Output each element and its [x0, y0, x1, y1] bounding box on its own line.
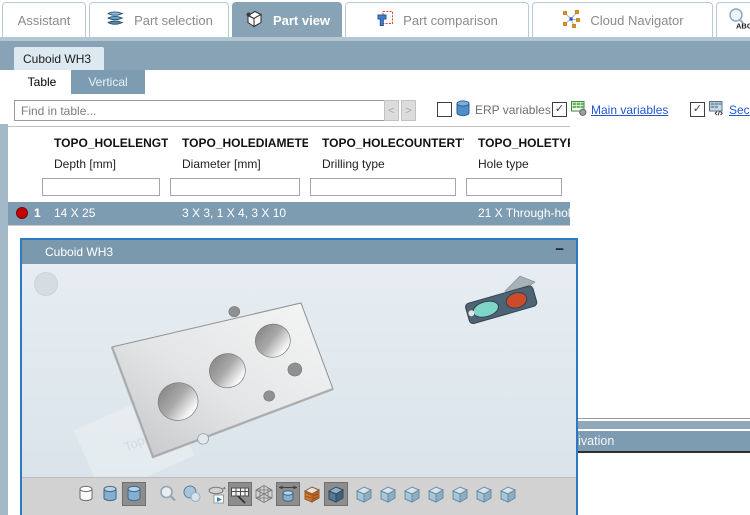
cell-drilling-type	[308, 202, 464, 225]
filter-input-depth[interactable]	[42, 178, 160, 196]
erp-variables-checkbox[interactable]	[437, 102, 452, 117]
filter-input-diameter[interactable]	[170, 178, 300, 196]
tab-cloud-navigator[interactable]: Cloud Navigator	[532, 2, 713, 37]
table-row[interactable]: 1 14 X 25 3 X 3, 1 X 4, 3 X 10 21 X Thro…	[8, 202, 570, 226]
column-desc-drilling-type: Drilling type	[322, 157, 385, 171]
find-next-button[interactable]: >	[401, 100, 416, 121]
tab-part-view[interactable]: Part view	[232, 2, 342, 37]
minimize-button[interactable]: −	[555, 241, 564, 258]
column-header-holetype[interactable]: TOPO_HOLETYPE	[464, 132, 570, 154]
parts-table: TOPO_HOLELENGTH TOPO_HOLEDIAMETER TOPO_H…	[8, 126, 570, 226]
measure-icon[interactable]	[276, 482, 300, 506]
derivation-panel-strip	[578, 421, 750, 429]
filter-input-hole-type[interactable]	[466, 178, 562, 196]
tab-assistant-label: Assistant	[17, 12, 71, 28]
svg-text:ABC: ABC	[736, 21, 750, 30]
text-search-icon: ABC	[725, 7, 750, 34]
tab-vertical-view[interactable]: Vertical	[71, 70, 145, 94]
secondary-variables-checkbox[interactable]	[690, 102, 705, 117]
column-desc-hole-type: Hole type	[478, 157, 529, 171]
tab-part-selection-label: Part selection	[134, 12, 213, 28]
column-header-holecountertype[interactable]: TOPO_HOLECOUNTERTYPE	[308, 132, 464, 154]
cell-depth: 14 X 25	[54, 206, 96, 220]
viewer-window-title: Cuboid WH3	[45, 245, 114, 259]
view-cube-4-icon[interactable]	[424, 482, 448, 506]
layers-icon	[105, 10, 125, 31]
find-in-table-input[interactable]	[14, 100, 388, 121]
tab-vertical-label: Vertical	[88, 75, 128, 89]
view-cube-7-icon[interactable]	[496, 482, 520, 506]
row-status-indicator	[16, 207, 28, 219]
tab-cloud-navigator-label: Cloud Navigator	[590, 12, 684, 28]
solid-view-icon[interactable]	[324, 482, 348, 506]
column-header-holediameter[interactable]: TOPO_HOLEDIAMETER	[168, 132, 308, 154]
column-desc-depth: Depth [mm]	[54, 157, 117, 171]
dimensioning-icon[interactable]	[228, 482, 252, 506]
anaglyph-glasses-icon[interactable]	[460, 268, 552, 330]
tab-text-search[interactable]: ABC	[716, 2, 750, 37]
cell-diameter: 3 X 3, 1 X 4, 3 X 10	[182, 206, 287, 220]
viewport-3d[interactable]: Top	[22, 264, 576, 477]
transparency-icon[interactable]	[180, 482, 204, 506]
view-cube-1-icon[interactable]	[352, 482, 376, 506]
texture-icon[interactable]	[300, 482, 324, 506]
secondary-variables-link[interactable]: Sec	[729, 103, 750, 117]
viewer-toolbar	[22, 477, 576, 515]
column-header-holelength[interactable]: TOPO_HOLELENGTH	[40, 132, 168, 154]
document-tab-cuboid-wh3[interactable]: Cuboid WH3	[14, 47, 104, 70]
document-tab-band	[0, 41, 750, 70]
view-cube-3-icon[interactable]	[400, 482, 424, 506]
database-icon	[456, 100, 470, 120]
mesh-wireframe-icon[interactable]	[252, 482, 276, 506]
part-view-app: Assistant Part selection Part view Part …	[0, 0, 750, 515]
compare-icon	[376, 10, 394, 31]
erp-variables-label: ERP variables	[475, 103, 551, 117]
viewer-window-titlebar[interactable]: Cuboid WH3 −	[22, 240, 576, 264]
view-cube-6-icon[interactable]	[472, 482, 496, 506]
tab-part-comparison[interactable]: Part comparison	[345, 2, 529, 37]
find-previous-button[interactable]: <	[384, 100, 399, 121]
cube-icon	[244, 9, 264, 32]
document-tab-label: Cuboid WH3	[23, 51, 92, 66]
tab-assistant[interactable]: Assistant	[2, 2, 86, 37]
main-variables-table-icon	[571, 100, 587, 119]
panel-splitter[interactable]	[578, 418, 750, 419]
filter-input-drilling-type[interactable]	[310, 178, 456, 196]
viewer-window: Cuboid WH3 − Top	[20, 238, 578, 515]
tab-table-label: Table	[27, 75, 57, 89]
view-cube-2-icon[interactable]	[376, 482, 400, 506]
render-shaded-icon[interactable]	[98, 482, 122, 506]
render-wireframe-icon[interactable]	[74, 482, 98, 506]
tab-part-selection[interactable]: Part selection	[89, 2, 229, 37]
main-variables-link[interactable]: Main variables	[591, 103, 668, 117]
rotate-animation-icon[interactable]	[204, 482, 228, 506]
tab-table-view[interactable]: Table	[14, 70, 70, 94]
secondary-variables-table-icon	[709, 100, 725, 119]
network-icon	[561, 9, 581, 32]
render-shaded-edges-icon[interactable]	[122, 482, 146, 506]
left-gutter-strip	[0, 124, 8, 515]
tab-part-view-label: Part view	[272, 12, 331, 28]
tab-part-comparison-label: Part comparison	[403, 12, 498, 28]
zoom-icon[interactable]	[156, 482, 180, 506]
main-variables-checkbox[interactable]	[552, 102, 567, 117]
column-desc-diameter: Diameter [mm]	[182, 157, 261, 171]
view-cube-5-icon[interactable]	[448, 482, 472, 506]
cell-hole-type: 21 X Through-hole	[478, 206, 570, 220]
